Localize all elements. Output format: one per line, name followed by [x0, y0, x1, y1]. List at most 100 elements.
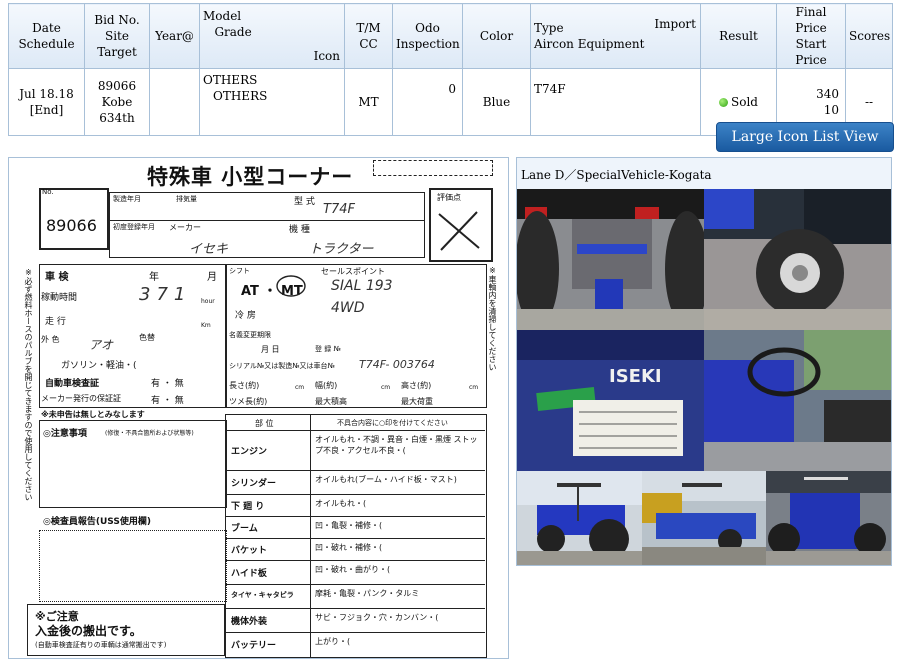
- maker-value: イセキ: [189, 242, 229, 257]
- part-name: バッテリー: [231, 641, 277, 651]
- hours-value: 371: [139, 284, 192, 305]
- max-weight-label: 最大荷重: [401, 397, 433, 406]
- col-bid-site-target[interactable]: Bid No. Site Target: [84, 3, 150, 69]
- width-label: 幅(約): [315, 381, 338, 390]
- part-defects: 凹・破れ・補修・(: [315, 543, 383, 552]
- no-label: No.: [42, 188, 54, 196]
- photo-rear-tire[interactable]: [704, 189, 891, 330]
- lot-no: 89066: [46, 216, 97, 235]
- notes-label: ◎注意事項: [43, 429, 87, 439]
- col-price[interactable]: Final Price Start Price: [776, 3, 846, 69]
- warranty-yes-no: 有 ・ 無: [151, 396, 184, 406]
- col-scores[interactable]: Scores: [845, 3, 893, 69]
- part-name: エンジン: [231, 447, 268, 457]
- year-label: 年: [149, 272, 159, 283]
- warranty-label: メーカー発行の保証証: [41, 394, 121, 403]
- col-type-aircon[interactable]: Type Aircon Equipment Import: [530, 3, 701, 69]
- part-name: バケット: [231, 546, 268, 556]
- auction-sheet: 特殊車 小型コーナー No. 89066 製造年月 排気量 型 式 T74F 初…: [9, 158, 508, 658]
- height-unit: cm: [469, 384, 479, 391]
- cell-tm: MT: [344, 68, 393, 136]
- col-year[interactable]: Year@: [149, 3, 200, 69]
- maker-row-box: [109, 192, 425, 221]
- ext-color-label: 外 色: [41, 335, 60, 344]
- serial-label: シリアル№又は製造№又は車台№: [229, 362, 335, 370]
- auction-sheet-image[interactable]: 特殊車 小型コーナー No. 89066 製造年月 排気量 型 式 T74F 初…: [8, 157, 509, 659]
- model-value: OTHERS: [203, 73, 258, 87]
- height-label: 高さ(約): [401, 381, 432, 390]
- mt-circle-mark-icon: [276, 275, 306, 297]
- col-color[interactable]: Color: [462, 3, 531, 69]
- photo-gallery-panel: Lane D／SpecialVehicle-Kogata ISEKI: [516, 157, 892, 566]
- part-name: 機体外装: [231, 617, 268, 627]
- displacement-label: 排気量: [176, 195, 197, 203]
- sales-point-value-1: SIAL 193: [331, 278, 393, 294]
- part-defects: 凹・破れ・曲がり・(: [315, 565, 391, 574]
- evaluation-label: 評価点: [437, 193, 461, 202]
- length-label: 長さ(約): [229, 381, 260, 390]
- claw-label: ツメ長(約): [229, 397, 268, 406]
- machine-label: 機 種: [289, 225, 310, 235]
- first-reg-row-box: [109, 220, 425, 258]
- registration-label: 登 録 №: [315, 345, 341, 353]
- col-odo-inspection[interactable]: Odo Inspection: [392, 3, 463, 69]
- width-unit: cm: [381, 384, 391, 391]
- part-name: ブーム: [231, 524, 258, 534]
- photo-rotary-tiller[interactable]: [642, 471, 766, 565]
- name-change-label: 名義変更期限: [229, 331, 271, 339]
- table-header-row: Date Schedule Bid No. Site Target Year@ Mod…: [8, 3, 893, 69]
- part-name: シリンダー: [231, 479, 277, 489]
- no-report-note: ※未申告は無しとみなします: [41, 410, 145, 419]
- vehicle-check-label: 車 検: [45, 272, 69, 283]
- cell-type: T74F: [530, 68, 701, 136]
- cell-odo: 0: [392, 68, 463, 136]
- km-unit: Km: [201, 322, 211, 329]
- cell-color: Blue: [462, 68, 531, 136]
- large-icon-list-view-button[interactable]: Large Icon List View: [716, 122, 894, 152]
- col-model-grade[interactable]: Model Grade Icon: [199, 3, 345, 69]
- eval-x-mark-icon: [438, 211, 480, 251]
- hours-label: 稼動時間: [41, 293, 78, 303]
- cell-date: Jul 18.18 [End]: [8, 68, 85, 136]
- name-change-date: 月 日: [261, 345, 280, 354]
- title-dashed-box: [373, 160, 493, 176]
- parts-header: 部 位: [255, 419, 274, 428]
- lane-title: Lane D／SpecialVehicle-Kogata: [521, 168, 712, 182]
- model-type-value: T74F: [323, 202, 355, 217]
- inspection-cert-yes-no: 有 ・ 無: [151, 379, 184, 389]
- max-cap-label: 最大積高: [315, 397, 347, 406]
- shift-label: シフト: [229, 267, 250, 275]
- sheet-title: 特殊車 小型コーナー: [147, 165, 354, 189]
- maker-year-label: 製造年月: [113, 195, 141, 203]
- length-unit: cm: [295, 384, 305, 391]
- col-tm-cc[interactable]: T/M CC: [344, 3, 393, 69]
- part-defects: オイルもれ・(: [315, 499, 367, 508]
- photo-front-view[interactable]: [766, 471, 891, 565]
- photo-side-view[interactable]: [517, 471, 642, 565]
- cell-bid: 89066 Kobe 634th: [84, 68, 150, 136]
- part-name: 下 廻 り: [231, 502, 265, 512]
- run-label: 走 行: [45, 317, 66, 327]
- inspector-label: ◎検査員報告(USS使用欄): [43, 517, 151, 527]
- inspector-box: [39, 530, 227, 602]
- model-type-label: 型 式: [294, 197, 315, 207]
- month-label: 月: [207, 272, 217, 283]
- side-note-left: ※必ず燃料ホースのパルブを開じてきますので使用してください: [24, 268, 33, 501]
- serial-value: T74F- 003764: [359, 358, 435, 371]
- col-result[interactable]: Result: [700, 3, 777, 69]
- photo-rear-hitch[interactable]: [517, 189, 704, 330]
- sales-point-value-2: 4WD: [331, 300, 365, 316]
- photo-steering-seat[interactable]: [704, 330, 891, 471]
- part-defects: 凹・亀裂・補修・(: [315, 521, 383, 530]
- col-date-schedule[interactable]: Date Schedule: [8, 3, 85, 69]
- part-defects: オイルもれ(ブーム・ハイド板・マスト): [315, 475, 457, 484]
- part-name: ハイド板: [231, 569, 267, 579]
- first-reg-label: 初度登録年月: [113, 223, 155, 231]
- part-defects: 上がり・(: [315, 637, 351, 646]
- svg-text:ISEKI: ISEKI: [609, 366, 662, 387]
- part-name: タイヤ・キャタピラ: [231, 591, 294, 599]
- caution-line-1: 入金後の搬出です。: [35, 624, 142, 638]
- cell-model: OTHERS OTHERS: [199, 68, 345, 136]
- photo-iseki-plate[interactable]: ISEKI: [517, 330, 704, 471]
- color-change-label: 色替: [139, 333, 155, 342]
